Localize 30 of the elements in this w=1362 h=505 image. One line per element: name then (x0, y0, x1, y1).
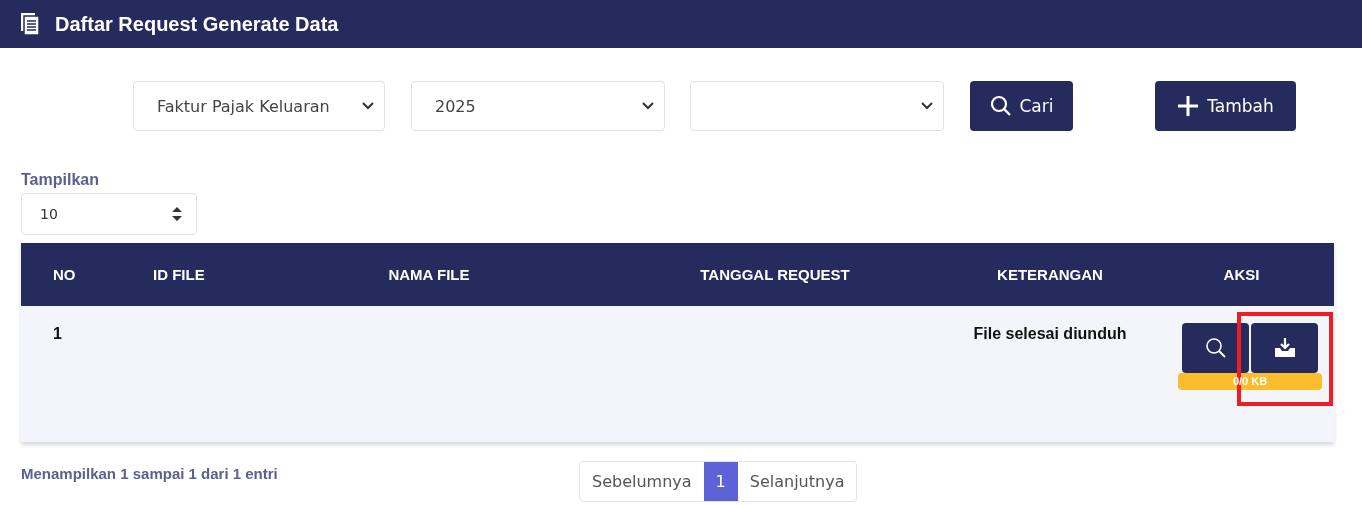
column-header: TANGGAL REQUEST (699, 266, 851, 283)
view-button[interactable] (1182, 323, 1249, 373)
add-button[interactable]: Tambah (1155, 81, 1296, 131)
next-link[interactable]: Selanjutnya (737, 462, 857, 501)
document-icon (21, 13, 41, 35)
column-header: AKSI (1222, 266, 1261, 283)
download-button[interactable] (1251, 323, 1318, 373)
search-icon (1204, 337, 1227, 359)
column-header: KETERANGAN (996, 266, 1104, 283)
table-cell-text: File selesai diunduh (972, 324, 1128, 343)
dropdown-select[interactable]: 2025 (411, 81, 665, 131)
sort-arrows-icon (172, 207, 182, 221)
page-link[interactable]: 1 (703, 462, 738, 501)
column-header: NO (52, 266, 77, 283)
search-button[interactable]: Cari (970, 81, 1073, 131)
dropdown-select[interactable]: Faktur Pajak Keluaran (133, 81, 385, 131)
entries-info: Menampilkan 1 sampai 1 dari 1 entri (21, 464, 279, 482)
search-icon (989, 95, 1012, 117)
page-size-label: Tampilkan (21, 171, 100, 189)
chevron-down-icon (362, 102, 374, 110)
previous-link[interactable]: Sebelumnya (580, 462, 704, 501)
chevron-down-icon (921, 102, 933, 110)
download-icon (1273, 338, 1296, 358)
page-title: Daftar Request Generate Data (55, 12, 339, 36)
column-header: ID FILE (152, 266, 206, 283)
plus-icon (1177, 95, 1200, 117)
chevron-down-icon (642, 102, 654, 110)
table-cell-text: 1 (52, 324, 63, 343)
page-size-select[interactable]: 10 (21, 193, 197, 235)
column-header: NAMA FILE (387, 266, 471, 283)
